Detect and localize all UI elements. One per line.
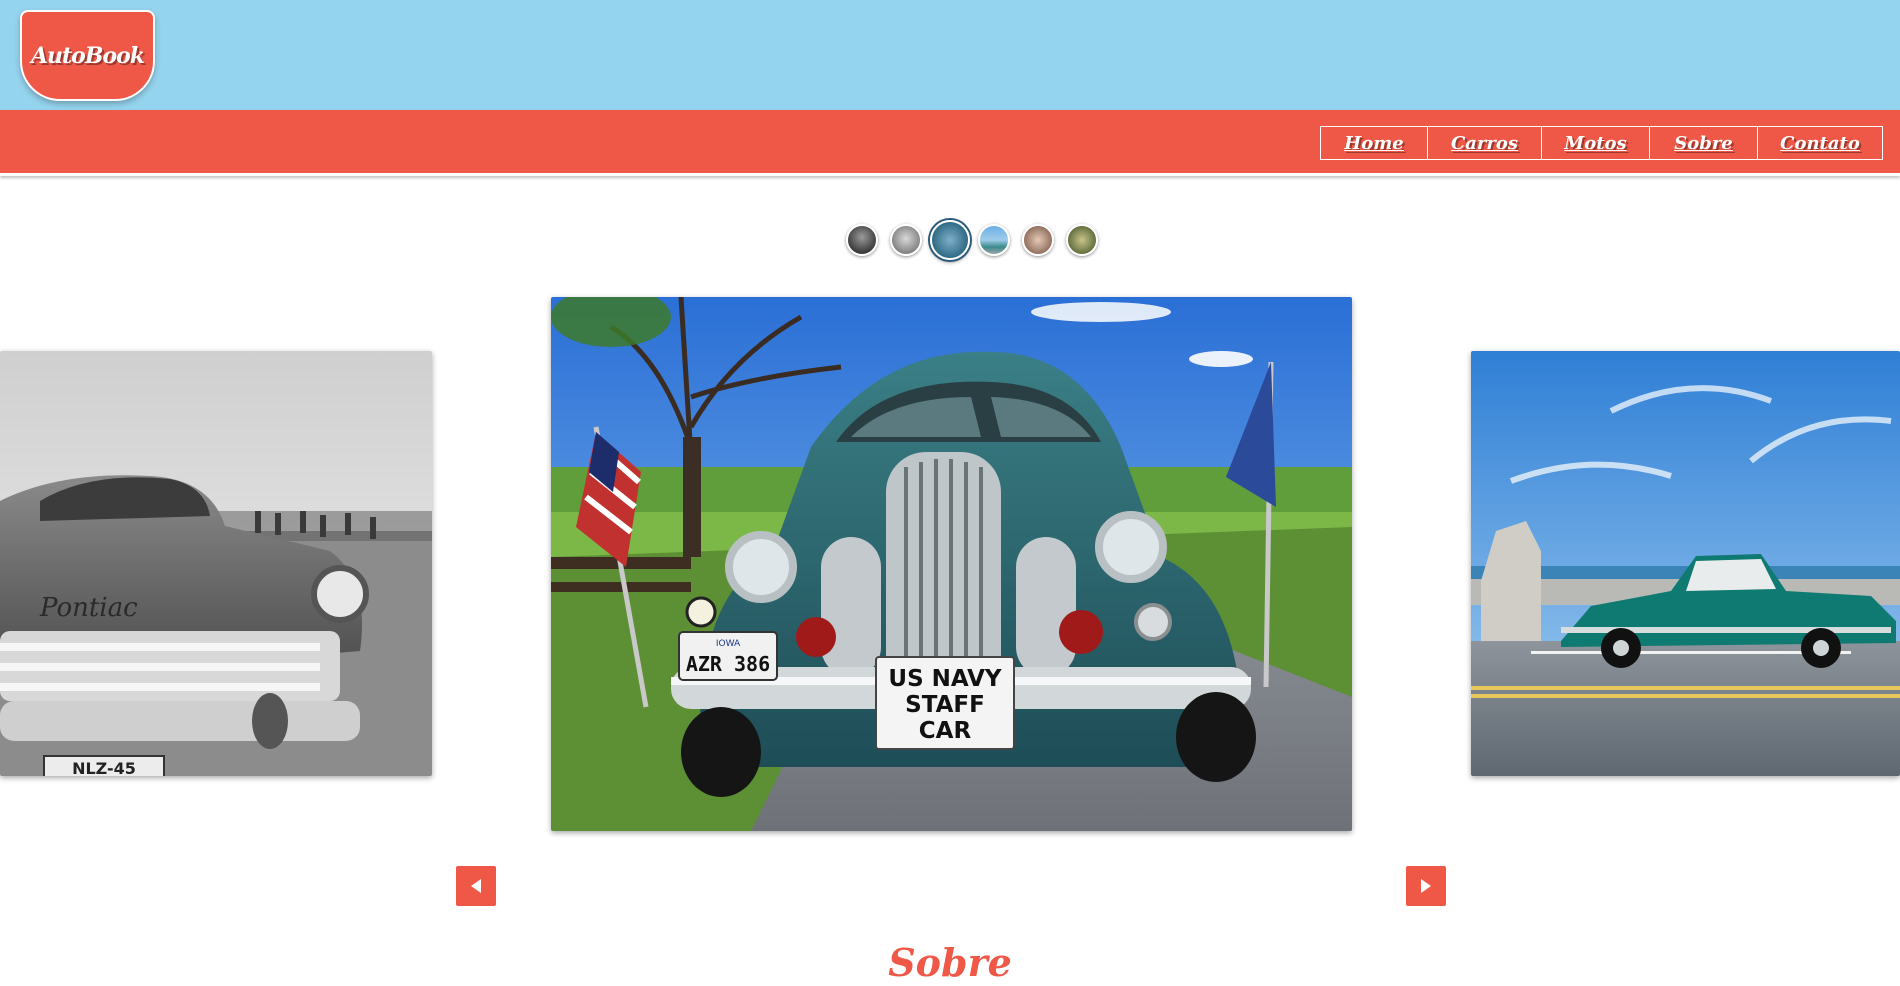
iowa-plate-number: AZR 386 xyxy=(686,652,770,676)
carousel-thumb-2[interactable] xyxy=(890,224,922,256)
triangle-right-icon xyxy=(1421,879,1431,893)
carousel-thumb-1[interactable] xyxy=(846,224,878,256)
logo-text: AutoBook xyxy=(30,42,145,69)
navy-staff-car-image: IOWA AZR 386 US NAVY STAFF CAR xyxy=(551,297,1352,831)
carousel-next-button[interactable] xyxy=(1406,866,1446,906)
nav-link-home[interactable]: Home xyxy=(1321,127,1428,159)
carousel-slide-next[interactable] xyxy=(1471,351,1900,776)
section-title-sobre: Sobre xyxy=(888,940,1012,985)
pontiac-plate: NLZ-45 xyxy=(72,759,136,776)
nav-link-carros[interactable]: Carros xyxy=(1428,127,1542,159)
pontiac-badge: Pontiac xyxy=(39,593,138,623)
carousel-thumb-4[interactable] xyxy=(978,224,1010,256)
navy-sign-line-2: STAFF xyxy=(905,692,985,718)
navy-sign-line-3: CAR xyxy=(919,718,972,744)
carousel-slide-active[interactable]: IOWA AZR 386 US NAVY STAFF CAR xyxy=(551,297,1352,831)
carousel-thumbnails xyxy=(0,220,1900,260)
triangle-left-icon xyxy=(471,879,481,893)
nav-link-sobre[interactable]: Sobre xyxy=(1650,127,1758,159)
navy-sign-line-1: US NAVY xyxy=(888,666,1002,692)
carousel-thumb-5[interactable] xyxy=(1022,224,1054,256)
pontiac-car-image: Pontiac NLZ-45 xyxy=(0,351,432,776)
top-banner: AutoBook xyxy=(0,0,1900,110)
teal-buick-image xyxy=(1471,351,1900,776)
nav-link-contato[interactable]: Contato xyxy=(1758,127,1882,159)
site-logo[interactable]: AutoBook xyxy=(20,10,155,101)
navigation-bar: Home Carros Motos Sobre Contato xyxy=(0,110,1900,176)
carousel-thumb-3[interactable] xyxy=(930,220,970,260)
nav-link-motos[interactable]: Motos xyxy=(1542,127,1650,159)
carousel-slide-previous[interactable]: Pontiac NLZ-45 xyxy=(0,351,432,776)
main-menu: Home Carros Motos Sobre Contato xyxy=(1320,126,1883,160)
carousel-thumb-6[interactable] xyxy=(1066,224,1098,256)
iowa-plate-state: IOWA xyxy=(716,639,741,649)
carousel-prev-button[interactable] xyxy=(456,866,496,906)
